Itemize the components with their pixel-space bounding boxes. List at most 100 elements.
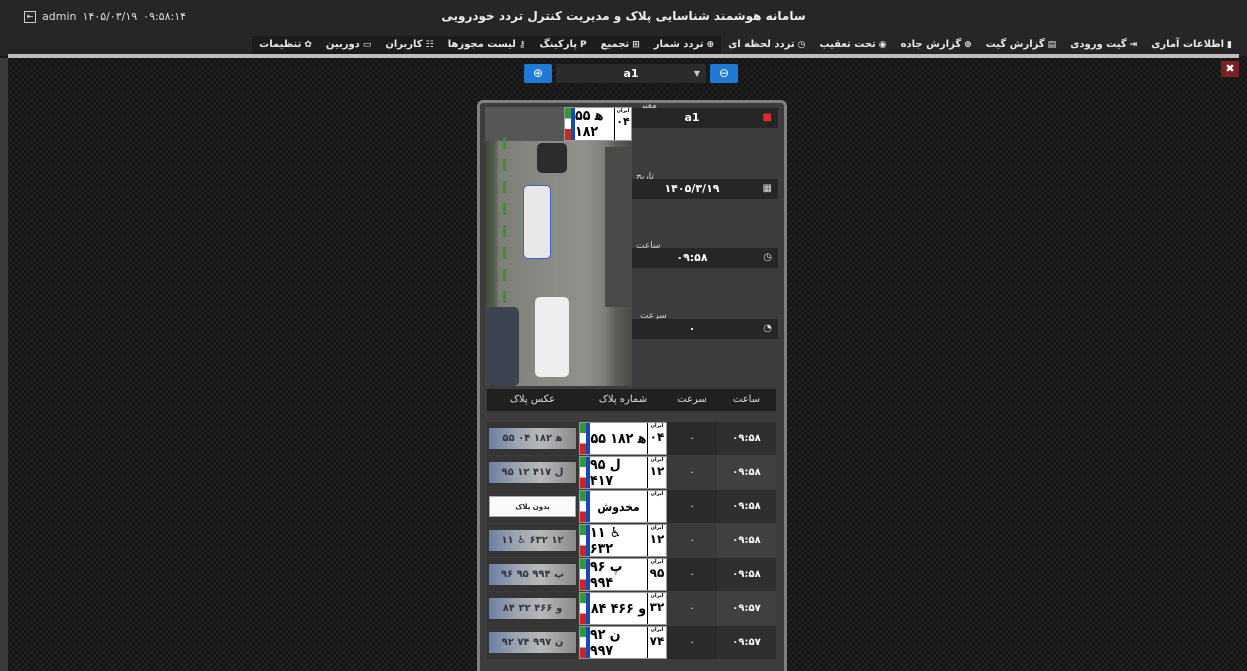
plate-photo[interactable]: ۹۶ پ ۹۹۴ ۹۵	[487, 558, 578, 591]
table-row[interactable]: بدون پلاک مخدوش ایران ۰ ۰۹:۵۸	[487, 490, 776, 523]
menu-item-parking[interactable]: پارکینگ P	[532, 36, 594, 54]
vehicle-photo[interactable]	[485, 107, 632, 386]
plate-number: ۹۲ ن ۹۹۷	[590, 626, 621, 659]
detected-plate-number: ۵۵ ﻫ ۱۸۲	[575, 108, 604, 140]
remove-camera-button[interactable]: ⊖	[710, 64, 738, 83]
plate-number: ۸۴ و ۴۶۶	[590, 600, 647, 617]
menu-item-label: تردد لحظه ای	[728, 39, 795, 50]
menu-item-clock[interactable]: تردد لحظه ای ◷	[721, 36, 812, 54]
table-row[interactable]: ۱۱ ♿ ۶۳۲ ۱۲ ۱۱ ♿ ۶۳۲ ایران ۱۲ ۰ ۰۹:۵۸	[487, 524, 776, 557]
left-edge	[0, 58, 8, 671]
plate-country: ایران	[650, 491, 664, 497]
menu-item-login[interactable]: گیت ورودی ⇥	[1063, 36, 1144, 54]
date-field[interactable]: ۱۴۰۵/۳/۱۹ ▦	[632, 179, 778, 199]
table-row[interactable]: ۵۵ ﻫ ۱۸۲ ۰۴ ۵۵ ﻫ ۱۸۲ ایران ۰۴ ۰ ۰۹:۵۸	[487, 422, 776, 455]
row-speed: ۰	[667, 490, 717, 523]
add-camera-button[interactable]: ⊕	[524, 64, 552, 83]
table-row[interactable]: ۹۲ ن ۹۹۷ ۷۴ ۹۲ ن ۹۹۷ ایران ۷۴ ۰ ۰۹:۵۷	[487, 626, 776, 659]
menu-item-label: دوربین	[325, 39, 360, 50]
camera-icon: ▭	[362, 40, 372, 50]
plate-number: ۹۶ پ ۹۹۴	[590, 558, 623, 591]
clock-icon: ◷	[797, 40, 806, 50]
plate-cell: ۹۵ ل ۴۱۷ ایران ۱۲	[579, 456, 667, 489]
plate-photo-text: ۸۴ و ۴۶۶ ۳۲	[489, 598, 576, 619]
truck-shape	[605, 147, 632, 307]
chevron-down-icon: ▼	[693, 69, 700, 78]
plate-cell: ۸۴ و ۴۶۶ ایران ۳۲	[579, 592, 667, 625]
table-row[interactable]: ۸۴ و ۴۶۶ ۳۲ ۸۴ و ۴۶۶ ایران ۳۲ ۰ ۰۹:۵۷	[487, 592, 776, 625]
menu-divider	[8, 54, 1239, 58]
plate-country: ایران	[650, 559, 664, 565]
menu-item-settings[interactable]: تنظیمات ✿	[252, 36, 319, 54]
key-icon: ⚷	[518, 40, 526, 50]
plate-photo[interactable]: ۹۲ ن ۹۹۷ ۷۴	[487, 626, 578, 659]
counter-icon: ⊕	[706, 40, 715, 50]
menu-item-target[interactable]: تحت تعقیب ◉	[812, 36, 893, 54]
menu-item-label: تجمیع	[600, 39, 630, 50]
plate-cell: ۹۲ ن ۹۹۷ ایران ۷۴	[579, 626, 667, 659]
plate-photo[interactable]: ۵۵ ﻫ ۱۸۲ ۰۴	[487, 422, 578, 455]
row-time: ۰۹:۵۸	[717, 456, 776, 489]
menu-item-users[interactable]: کاربران ☷	[378, 36, 441, 54]
table-row[interactable]: ۹۶ پ ۹۹۴ ۹۵ ۹۶ پ ۹۹۴ ایران ۹۵ ۰ ۰۹:۵۸	[487, 558, 776, 591]
menu-item-label: پارکینگ	[539, 39, 577, 50]
row-speed: ۰	[667, 626, 717, 659]
camera-selector-bar: ⊕ a1 ▼ ⊖	[524, 64, 741, 83]
plate-photo[interactable]: بدون پلاک	[487, 490, 578, 523]
row-time: ۰۹:۵۷	[717, 626, 776, 659]
main-menu: اطلاعات آماری ▮ گیت ورودی ⇥ گزارش گیت ▤ گزارش …	[252, 36, 1239, 54]
plate-cell: ۱۱ ♿ ۶۳۲ ایران ۱۲	[579, 524, 667, 557]
detected-plate: ۵۵ ﻫ ۱۸۲ ایران ۰۴	[564, 107, 632, 141]
login-icon: ⇥	[1129, 40, 1138, 50]
row-time: ۰۹:۵۸	[717, 558, 776, 591]
menu-item-bar-chart[interactable]: اطلاعات آماری ▮	[1144, 36, 1239, 54]
plate-photo[interactable]: ۹۵ ل ۴۱۷ ۱۲	[487, 456, 578, 489]
iran-flag-icon	[580, 525, 590, 556]
menu-item-counter[interactable]: تردد شمار ⊕	[646, 36, 722, 54]
row-speed: ۰	[667, 422, 717, 455]
close-icon[interactable]: ✖	[1221, 61, 1239, 77]
plate-number: ۱۱ ♿ ۶۳۲	[590, 524, 622, 557]
plate-cell: مخدوش ایران	[579, 490, 667, 523]
row-speed: ۰	[667, 592, 717, 625]
passage-field[interactable]: a1 ■	[632, 108, 778, 128]
plate-region: ۱۲	[649, 464, 665, 478]
plate-region: ۳۲	[649, 600, 665, 614]
menu-item-label: تنظیمات	[259, 39, 302, 50]
plate-cell: ۵۵ ﻫ ۱۸۲ ایران ۰۴	[579, 422, 667, 455]
plate-photo[interactable]: ۱۱ ♿ ۶۳۲ ۱۲	[487, 524, 578, 557]
car-shape	[487, 307, 519, 386]
menu-item-camera[interactable]: دوربین ▭	[318, 36, 379, 54]
plate-number: مخدوش	[597, 499, 640, 514]
speed-field[interactable]: ۰ ◔	[632, 319, 778, 339]
menu-item-label: تحت تعقیب	[819, 39, 876, 50]
menu-item-grid[interactable]: تجمیع ⊞	[593, 36, 647, 54]
time-field[interactable]: ۰۹:۵۸ ◷	[632, 248, 778, 268]
plate-photo-text: ۹۲ ن ۹۹۷ ۷۴	[489, 632, 576, 653]
top-bar: ⇤ admin ۱۴۰۵/۰۳/۱۹ ۰۹:۵۸:۱۴ سامانه هوشمن…	[0, 0, 1247, 56]
plate-region: ۹۵	[649, 566, 665, 580]
menu-item-key[interactable]: لیست مجوزها ⚷	[440, 36, 533, 54]
row-speed: ۰	[667, 456, 717, 489]
iran-flag-icon	[580, 627, 590, 658]
menu-item-report[interactable]: گزارش گیت ▤	[979, 36, 1064, 54]
plate-number: ۵۵ ﻫ ۱۸۲	[590, 430, 647, 447]
plate-country: ایران	[650, 423, 664, 429]
menu-item-label: گزارش جاده	[900, 39, 962, 50]
menu-item-label: لیست مجوزها	[447, 39, 516, 50]
plate-country: ایران	[650, 525, 664, 531]
menu-item-road-report[interactable]: گزارش جاده ⊕	[894, 36, 979, 54]
iran-flag-icon	[565, 108, 575, 140]
plate-country: ایران	[650, 627, 664, 633]
table-row[interactable]: ۹۵ ل ۴۱۷ ۱۲ ۹۵ ل ۴۱۷ ایران ۱۲ ۰ ۰۹:۵۸	[487, 456, 776, 489]
bar-chart-icon: ▮	[1227, 40, 1232, 50]
camera-select[interactable]: a1 ▼	[556, 64, 706, 83]
plate-region: ۰۴	[649, 430, 665, 444]
plate-photo[interactable]: ۸۴ و ۴۶۶ ۳۲	[487, 592, 578, 625]
col-speed: سرعت	[677, 394, 707, 405]
plate-number: ۹۵ ل ۴۱۷	[590, 456, 621, 489]
plate-photo-text: ۱۱ ♿ ۶۳۲ ۱۲	[489, 530, 576, 551]
table-header: عکس پلاک شماره پلاک سرعت ساعت	[487, 389, 776, 411]
app-title: سامانه هوشمند شناسایی پلاک و مدیریت کنتر…	[441, 9, 806, 23]
iran-flag-icon	[580, 491, 590, 522]
